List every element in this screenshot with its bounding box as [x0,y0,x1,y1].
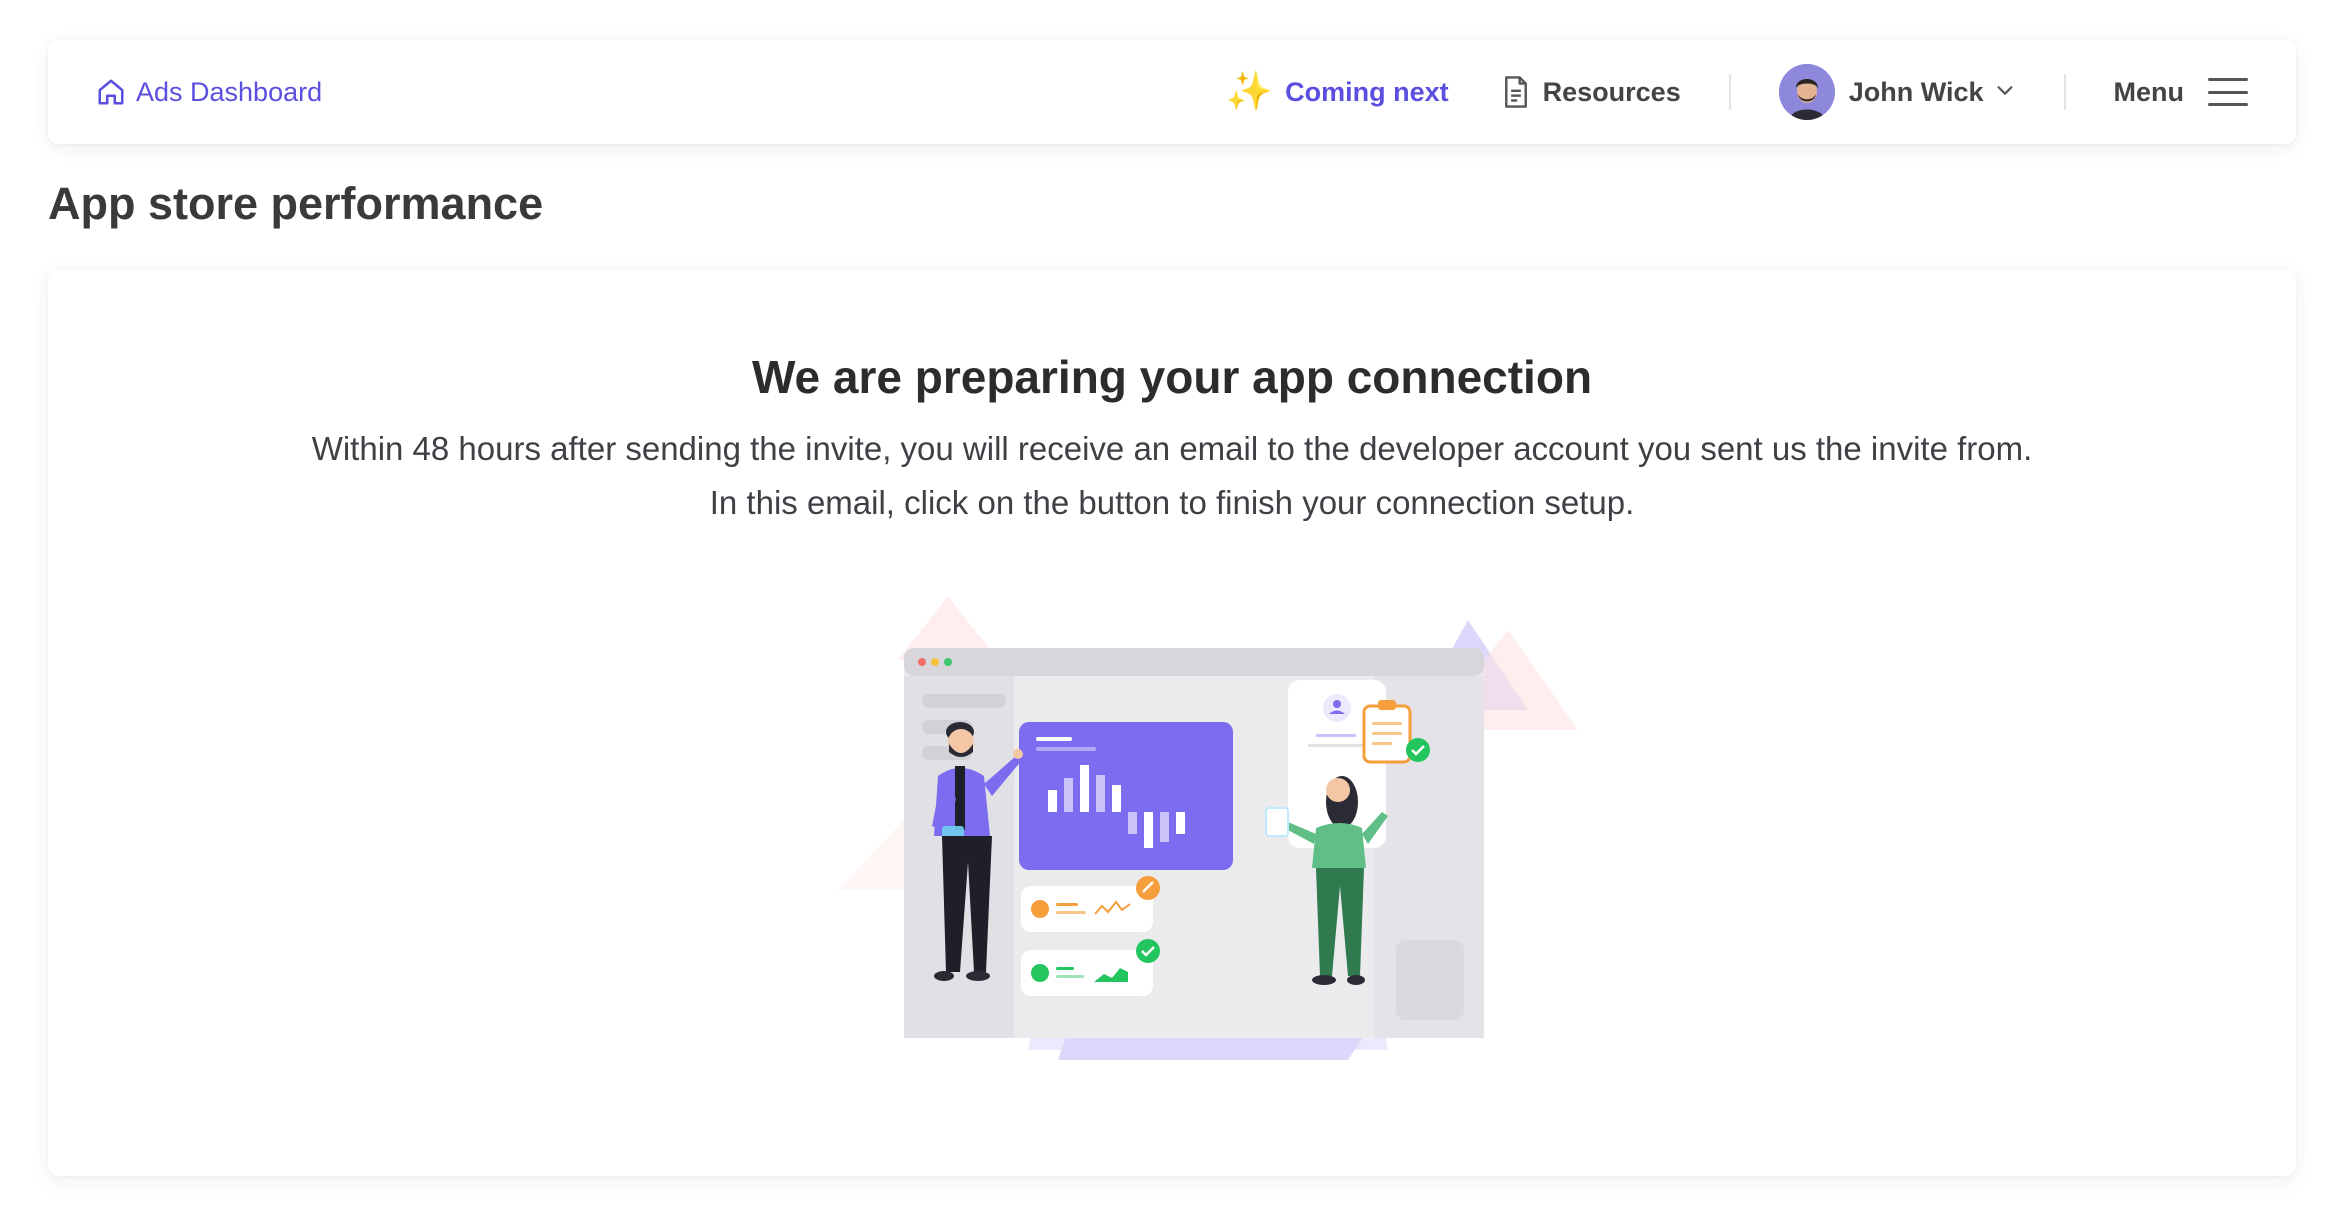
chevron-down-icon [1994,77,2016,108]
user-name: John Wick [1848,76,1984,107]
coming-next-link[interactable]: ✨ Coming next [1226,73,1449,111]
home-link-label: Ads Dashboard [136,76,323,107]
divider [2063,74,2066,110]
topbar-actions: ✨ Coming next Resources John Wick Menu [1226,40,2248,144]
card-description-line-1: Within 48 hours after sending the invite… [311,430,2033,467]
document-icon [1504,76,1527,108]
top-navigation-bar: Ads Dashboard ✨ Coming next Resources Jo… [48,40,2296,144]
hamburger-icon [2208,78,2248,106]
sparkles-icon: ✨ [1225,71,1274,113]
home-link[interactable]: Ads Dashboard [96,77,322,108]
divider [1728,74,1731,110]
connection-status-card: We are preparing your app connection Wit… [48,270,2296,1176]
user-menu[interactable]: John Wick [1778,64,2016,120]
avatar [1778,64,1835,120]
menu-label: Menu [2113,76,2185,107]
coming-next-label: Coming next [1285,76,1449,107]
page-title: App store performance [48,178,544,229]
menu-button[interactable]: Menu [2113,76,2248,108]
connection-illustration [838,596,1578,1060]
resources-link[interactable]: Resources [1501,75,1681,109]
card-description-line-2: In this email, click on the button to fi… [709,484,1635,521]
resources-label: Resources [1542,76,1681,107]
card-heading: We are preparing your app connection [751,351,1593,403]
home-icon [98,79,124,105]
